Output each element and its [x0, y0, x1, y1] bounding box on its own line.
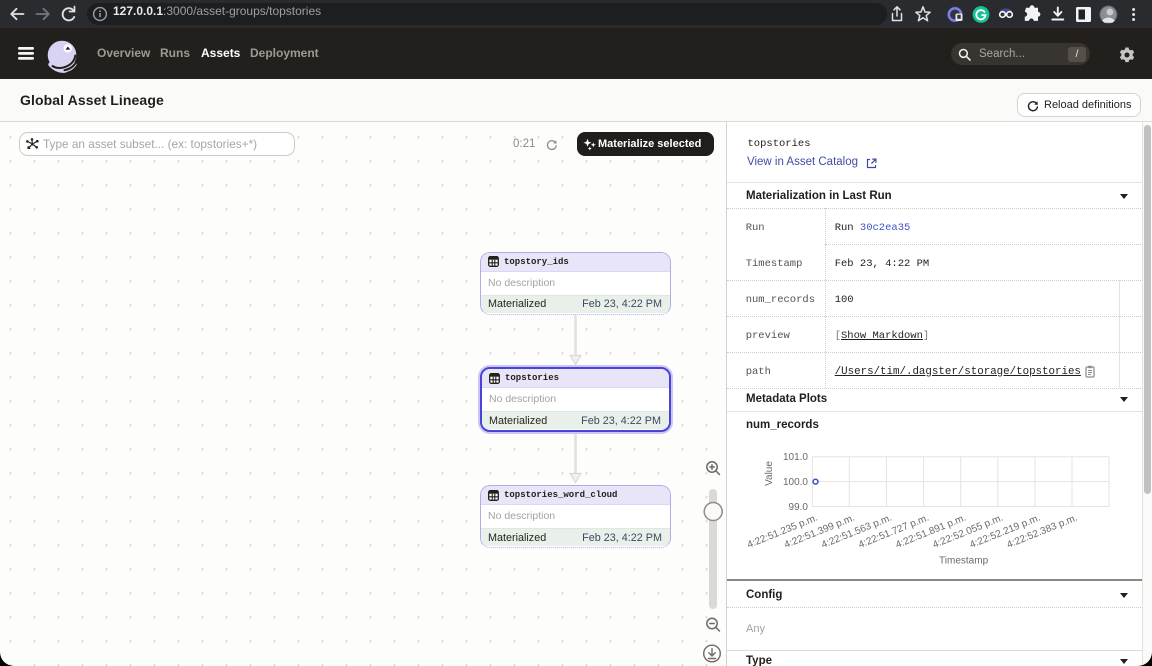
svg-text:Value: Value	[764, 461, 775, 486]
svg-text:Timestamp: Timestamp	[939, 556, 989, 567]
svg-text:99.0: 99.0	[789, 502, 809, 513]
svg-text:101.0: 101.0	[783, 452, 808, 463]
svg-text:100.0: 100.0	[783, 477, 808, 488]
